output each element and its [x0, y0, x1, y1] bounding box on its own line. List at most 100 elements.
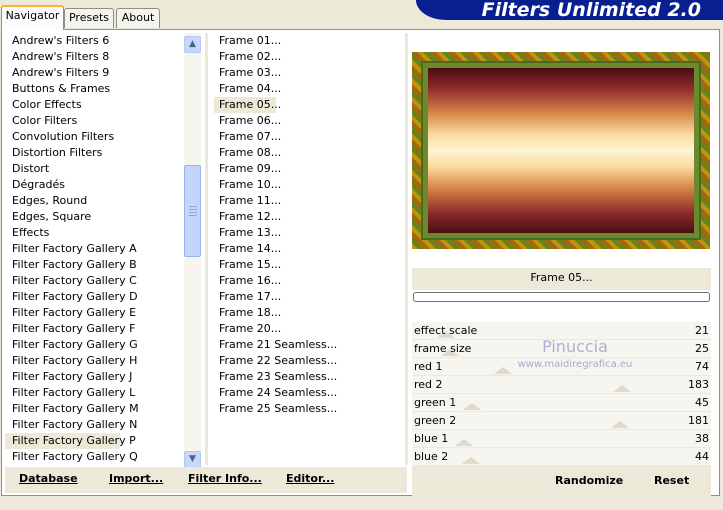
tab-about[interactable]: About — [116, 8, 160, 28]
category-item[interactable]: Color Filters — [5, 113, 183, 129]
progress-bar — [413, 292, 710, 302]
randomize-button[interactable]: Randomize — [555, 474, 623, 487]
category-item[interactable]: Edges, Round — [5, 193, 183, 209]
param-value: 183 — [688, 378, 709, 391]
editor-button[interactable]: Editor... — [286, 472, 334, 485]
category-item[interactable]: Distortion Filters — [5, 145, 183, 161]
category-item[interactable]: Andrew's Filters 8 — [5, 49, 183, 65]
param-name: red 2 — [414, 378, 443, 391]
filter-item[interactable]: Frame 14... — [214, 241, 404, 257]
import-button[interactable]: Import... — [109, 472, 163, 485]
filter-item[interactable]: Frame 13... — [214, 225, 404, 241]
divider — [405, 33, 408, 465]
category-item[interactable]: Filter Factory Gallery E — [5, 305, 183, 321]
param-row[interactable]: green 2 181 — [412, 412, 711, 430]
filter-item[interactable]: Frame 01... — [214, 33, 404, 49]
filter-item[interactable]: Frame 05... — [214, 97, 281, 113]
param-value: 21 — [695, 324, 709, 337]
category-item[interactable]: Filter Factory Gallery M — [5, 401, 183, 417]
category-item[interactable]: Filter Factory Gallery N — [5, 417, 183, 433]
category-item[interactable]: Filter Factory Gallery G — [5, 337, 183, 353]
category-item[interactable]: Filter Factory Gallery A — [5, 241, 183, 257]
bottom-button-bar: Database Import... Filter Info... Editor… — [5, 467, 407, 493]
category-item[interactable]: Filter Factory Gallery C — [5, 273, 183, 289]
tab-bar: Navigator Presets About Filters Unlimite… — [0, 0, 723, 30]
category-item[interactable]: Edges, Square — [5, 209, 183, 225]
filter-item[interactable]: Frame 18... — [214, 305, 404, 321]
param-name: red 1 — [414, 360, 443, 373]
param-slider-marker[interactable] — [461, 457, 480, 464]
param-row[interactable]: blue 1 38 — [412, 430, 711, 448]
filter-item[interactable]: Frame 20... — [214, 321, 404, 337]
filter-preview-image — [412, 52, 710, 249]
filter-item[interactable]: Frame 04... — [214, 81, 404, 97]
filter-list[interactable]: Frame 01... Frame 02... Frame 03... Frame 0… — [214, 33, 404, 465]
watermark-name: Pinuccia — [542, 337, 608, 356]
param-slider-marker[interactable] — [610, 421, 629, 428]
category-item[interactable]: Buttons & Frames — [5, 81, 183, 97]
param-slider-marker[interactable] — [462, 403, 481, 410]
category-item[interactable]: Color Effects — [5, 97, 183, 113]
filter-item[interactable]: Frame 16... — [214, 273, 404, 289]
category-item[interactable]: Filter Factory Gallery B — [5, 257, 183, 273]
filter-item[interactable]: Frame 11... — [214, 193, 404, 209]
filter-item[interactable]: Frame 10... — [214, 177, 404, 193]
category-item[interactable]: Filter Factory Gallery D — [5, 289, 183, 305]
category-item[interactable]: Convolution Filters — [5, 129, 183, 145]
param-row[interactable]: red 2 183 — [412, 376, 711, 394]
scroll-thumb[interactable] — [184, 165, 201, 257]
param-name: blue 2 — [414, 450, 449, 463]
filter-item[interactable]: Frame 12... — [214, 209, 404, 225]
filter-item[interactable]: Frame 25 Seamless... — [214, 401, 404, 417]
param-value: 44 — [695, 450, 709, 463]
category-item[interactable]: Filter Factory Gallery F — [5, 321, 183, 337]
category-item[interactable]: Andrew's Filters 9 — [5, 65, 183, 81]
filter-item[interactable]: Frame 08... — [214, 145, 404, 161]
filter-item[interactable]: Frame 15... — [214, 257, 404, 273]
current-filter-name: Frame 05... — [530, 271, 593, 284]
scroll-down-button[interactable]: ▼ — [184, 451, 201, 468]
app-title: Filters Unlimited 2.0 — [481, 0, 701, 21]
param-slider-marker[interactable] — [455, 439, 474, 446]
param-name: frame size — [414, 342, 472, 355]
category-item[interactable]: Andrew's Filters 6 — [5, 33, 183, 49]
param-name: green 1 — [414, 396, 457, 409]
param-name: effect scale — [414, 324, 478, 337]
param-value: 45 — [695, 396, 709, 409]
database-button[interactable]: Database — [19, 472, 78, 485]
app-title-banner: Filters Unlimited 2.0 — [416, 0, 723, 21]
category-list[interactable]: Andrew's Filters 6 Andrew's Filters 8 Andr… — [5, 33, 183, 465]
filter-item[interactable]: Frame 09... — [214, 161, 404, 177]
param-name: blue 1 — [414, 432, 449, 445]
filter-item[interactable]: Frame 02... — [214, 49, 404, 65]
filter-item[interactable]: Frame 24 Seamless... — [214, 385, 404, 401]
tab-presets[interactable]: Presets — [64, 8, 114, 28]
category-item[interactable]: Filter Factory Gallery L — [5, 385, 183, 401]
category-item[interactable]: Filter Factory Gallery H — [5, 353, 183, 369]
watermark-url: www.maidiregrafica.eu — [517, 359, 633, 370]
filter-item[interactable]: Frame 03... — [214, 65, 404, 81]
category-item[interactable]: Filter Factory Gallery P — [5, 433, 136, 449]
divider — [205, 33, 208, 465]
filter-item[interactable]: Frame 22 Seamless... — [214, 353, 404, 369]
filter-item[interactable]: Frame 21 Seamless... — [214, 337, 404, 353]
filter-item[interactable]: Frame 23 Seamless... — [214, 369, 404, 385]
param-row[interactable]: blue 2 44 — [412, 448, 711, 466]
param-row[interactable]: green 1 45 — [412, 394, 711, 412]
category-item[interactable]: Effects — [5, 225, 183, 241]
param-slider-marker[interactable] — [612, 385, 631, 392]
param-name: green 2 — [414, 414, 457, 427]
filter-item[interactable]: Frame 17... — [214, 289, 404, 305]
category-item[interactable]: Dégradés — [5, 177, 183, 193]
category-item[interactable]: Filter Factory Gallery J — [5, 369, 183, 385]
reset-button[interactable]: Reset — [654, 474, 689, 487]
filter-item[interactable]: Frame 06... — [214, 113, 404, 129]
filter-info-button[interactable]: Filter Info... — [188, 472, 262, 485]
category-item[interactable]: Filter Factory Gallery Q — [5, 449, 183, 465]
param-value: 25 — [695, 342, 709, 355]
category-scrollbar[interactable]: ▲ ▼ — [184, 33, 201, 468]
tab-navigator[interactable]: Navigator — [1, 5, 64, 30]
scroll-up-button[interactable]: ▲ — [184, 36, 201, 53]
filter-item[interactable]: Frame 07... — [214, 129, 404, 145]
category-item[interactable]: Distort — [5, 161, 183, 177]
